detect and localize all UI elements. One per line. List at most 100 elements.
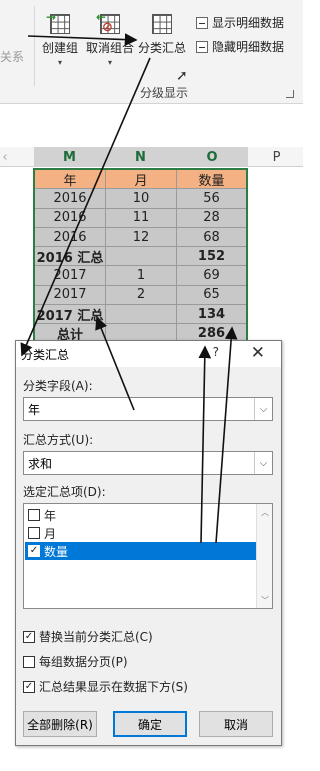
ok-button[interactable]: 确定 (113, 711, 187, 737)
table-row: 2016 11 28 (35, 208, 246, 228)
column-header-n[interactable]: N (105, 147, 176, 167)
option-checkbox-row[interactable]: ✓ 汇总结果显示在数据下方(S) (23, 678, 188, 695)
subtotal-icon (148, 10, 176, 36)
cancel-button[interactable]: 取消 (199, 711, 273, 737)
create-group-icon: → (46, 10, 74, 36)
table-row: 2016 10 56 (35, 189, 246, 209)
checkbox[interactable] (28, 527, 40, 539)
table-header-row: 年 月 数量 (35, 170, 246, 190)
table-cell[interactable]: 134 (177, 305, 246, 325)
chevron-down-icon[interactable]: ⌵ (254, 452, 272, 474)
table-cell[interactable]: 2017 (35, 266, 106, 286)
table-cell[interactable]: 69 (177, 266, 246, 286)
checkbox[interactable] (23, 655, 35, 668)
table-cell[interactable]: 10 (106, 189, 177, 209)
table-cell[interactable]: 28 (177, 208, 246, 228)
table-cell[interactable]: 2016 (35, 227, 106, 248)
group-label-outline: 分级显示 (140, 86, 189, 100)
dialog-launcher-icon[interactable] (286, 90, 294, 98)
table-cell[interactable] (106, 247, 177, 267)
close-icon[interactable]: ✕ (251, 343, 265, 363)
list-item[interactable]: ✓ 数量 (25, 542, 256, 560)
field-select[interactable]: 年 ⌵ (23, 397, 273, 421)
list-item-label: 数量 (44, 544, 69, 559)
table-row: 2017 2 65 (35, 285, 246, 306)
checkbox[interactable]: ✓ (23, 630, 35, 643)
dialog-title: 分类汇总 (21, 347, 70, 362)
create-group-label: 创建组 (42, 41, 79, 55)
table-cell[interactable]: 2017 汇总 (35, 305, 106, 325)
field-select-value: 年 (28, 402, 41, 417)
option-checkbox-row[interactable]: 每组数据分页(P) (23, 653, 128, 670)
show-detail-icon (196, 16, 208, 29)
ungroup-icon: ← ⊘ (96, 10, 124, 36)
column-header-p[interactable]: P (250, 147, 303, 167)
table-header-cell[interactable]: 数量 (177, 170, 246, 190)
help-icon[interactable]: ? (213, 345, 219, 359)
ribbon-separator (34, 6, 35, 86)
create-group-button[interactable]: → 创建组 ▾ (42, 10, 78, 67)
checkbox[interactable] (28, 509, 40, 521)
hide-detail-icon (196, 40, 208, 53)
dialog-titlebar: 分类汇总 ? ✕ (16, 341, 281, 367)
function-label: 汇总方式(U): (23, 433, 94, 447)
hide-detail-label: 隐藏明细数据 (212, 40, 285, 54)
column-header-partial: ‹ (2, 149, 8, 165)
table-cell[interactable]: 12 (106, 227, 177, 248)
table-cell[interactable]: 56 (177, 189, 246, 209)
ribbon-partial-label: 关系 (0, 50, 25, 64)
chevron-down-icon[interactable]: ⌵ (254, 398, 272, 420)
ungroup-label: 取消组合 (86, 41, 135, 55)
table-row: 2016 12 68 (35, 227, 246, 248)
table-header-cell[interactable]: 月 (106, 170, 177, 190)
option-label: 替换当前分类汇总(C) (39, 630, 153, 644)
list-item-label: 月 (44, 526, 57, 541)
table-subtotal-row: 2016 汇总 152 (35, 247, 246, 267)
column-header-m[interactable]: M (34, 147, 105, 167)
items-label: 选定汇总项(D): (23, 485, 106, 499)
scroll-down-icon[interactable]: ﹀ (257, 592, 273, 608)
subtotal-label: 分类汇总 (138, 41, 187, 55)
subtotal-dialog: 分类汇总 ? ✕ 分类字段(A): 年 ⌵ 汇总方式(U): 求和 ⌵ 选定汇总… (15, 340, 282, 746)
checkbox[interactable]: ✓ (28, 545, 40, 557)
hide-detail-button[interactable]: 隐藏明细数据 (196, 38, 284, 55)
ribbon: 关系 → 创建组 ▾ ← ⊘ 取消组合 ▾ 分类汇总 ➚ 显示明细数据 隐藏明细数… (0, 0, 303, 104)
table-cell[interactable]: 2017 (35, 285, 106, 306)
table-cell[interactable]: 152 (177, 247, 246, 267)
table-cell[interactable]: 68 (177, 227, 246, 248)
list-item[interactable]: 月 (25, 524, 256, 542)
table-cell[interactable]: 2 (106, 285, 177, 306)
remove-all-button[interactable]: 全部删除(R) (23, 711, 97, 737)
data-table[interactable]: 年 月 数量 2016 10 56 2016 11 28 2016 12 68 2016 汇总 15… (33, 168, 248, 346)
field-label: 分类字段(A): (23, 379, 93, 393)
subtotal-items-list[interactable]: 年月 ✓ 数量 ︿ ﹀ (23, 503, 273, 609)
chevron-down-icon: ▾ (108, 58, 113, 67)
show-detail-button[interactable]: 显示明细数据 (196, 14, 284, 31)
table-header-cell[interactable]: 年 (35, 170, 106, 190)
option-label: 汇总结果显示在数据下方(S) (39, 680, 188, 694)
table-cell[interactable]: 2016 (35, 189, 106, 209)
table-subtotal-row: 2017 汇总 134 (35, 305, 246, 325)
table-cell[interactable] (106, 305, 177, 325)
ungroup-button[interactable]: ← ⊘ 取消组合 ▾ (86, 10, 134, 67)
option-checkbox-row[interactable]: ✓ 替换当前分类汇总(C) (23, 628, 153, 645)
list-item-label: 年 (44, 508, 57, 523)
table-cell[interactable]: 2016 (35, 208, 106, 228)
list-scrollbar[interactable]: ︿ ﹀ (256, 504, 272, 608)
list-item[interactable]: 年 (25, 506, 256, 524)
table-row: 2017 1 69 (35, 266, 246, 286)
table-cell[interactable]: 11 (106, 208, 177, 228)
function-select-value: 求和 (28, 456, 53, 471)
subtotal-button[interactable]: 分类汇总 (138, 10, 186, 56)
function-select[interactable]: 求和 ⌵ (23, 451, 273, 475)
show-detail-label: 显示明细数据 (212, 16, 285, 30)
mouse-cursor-icon: ➚ (176, 68, 188, 84)
checkbox[interactable]: ✓ (23, 680, 35, 693)
table-cell[interactable]: 65 (177, 285, 246, 306)
table-cell[interactable]: 2016 汇总 (35, 247, 106, 267)
scroll-up-icon[interactable]: ︿ (257, 504, 273, 520)
chevron-down-icon: ▾ (58, 58, 63, 67)
column-header-o[interactable]: O (176, 147, 248, 167)
option-label: 每组数据分页(P) (39, 655, 128, 669)
table-cell[interactable]: 1 (106, 266, 177, 286)
